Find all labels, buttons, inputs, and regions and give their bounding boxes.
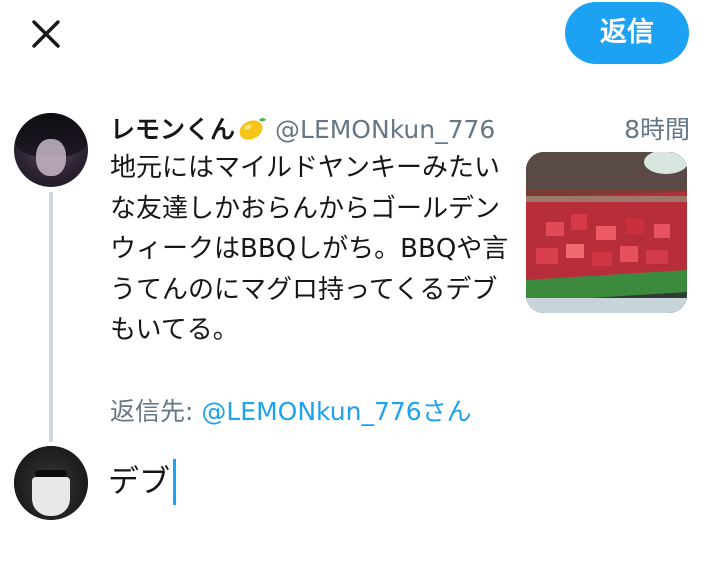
close-button[interactable]: [22, 10, 70, 58]
tweet-header: レモンくん @LEMONkun_776 8時間: [110, 112, 690, 152]
reply-compose-text[interactable]: デブ: [108, 458, 170, 506]
tweet-timestamp: 8時間: [624, 115, 690, 144]
text-cursor: [173, 459, 176, 505]
replying-to-line: 返信先: @LEMONkun_776さん: [110, 394, 472, 430]
author-handle[interactable]: @LEMONkun_776: [275, 115, 495, 144]
reply-submit-button[interactable]: 返信: [565, 2, 689, 64]
reply-compose-field[interactable]: デブ: [108, 458, 176, 506]
replying-to-handle-link[interactable]: @LEMONkun_776さん: [201, 397, 471, 426]
photo-food-image: [526, 152, 687, 313]
lemon-icon: [237, 115, 267, 151]
close-icon: [32, 20, 60, 48]
replying-to-prefix: 返信先:: [110, 397, 202, 426]
original-author-avatar[interactable]: [14, 113, 88, 187]
tweet-body-text: 地元にはマイルドヤンキーみたいな友達しかおらんからゴールデンウィークはBBQしが…: [110, 153, 509, 345]
thread-connector-line: [49, 192, 53, 442]
author-display-name[interactable]: レモンくん: [110, 115, 235, 144]
tweet-photo-thumbnail[interactable]: [526, 152, 687, 313]
current-user-avatar: [14, 446, 88, 520]
